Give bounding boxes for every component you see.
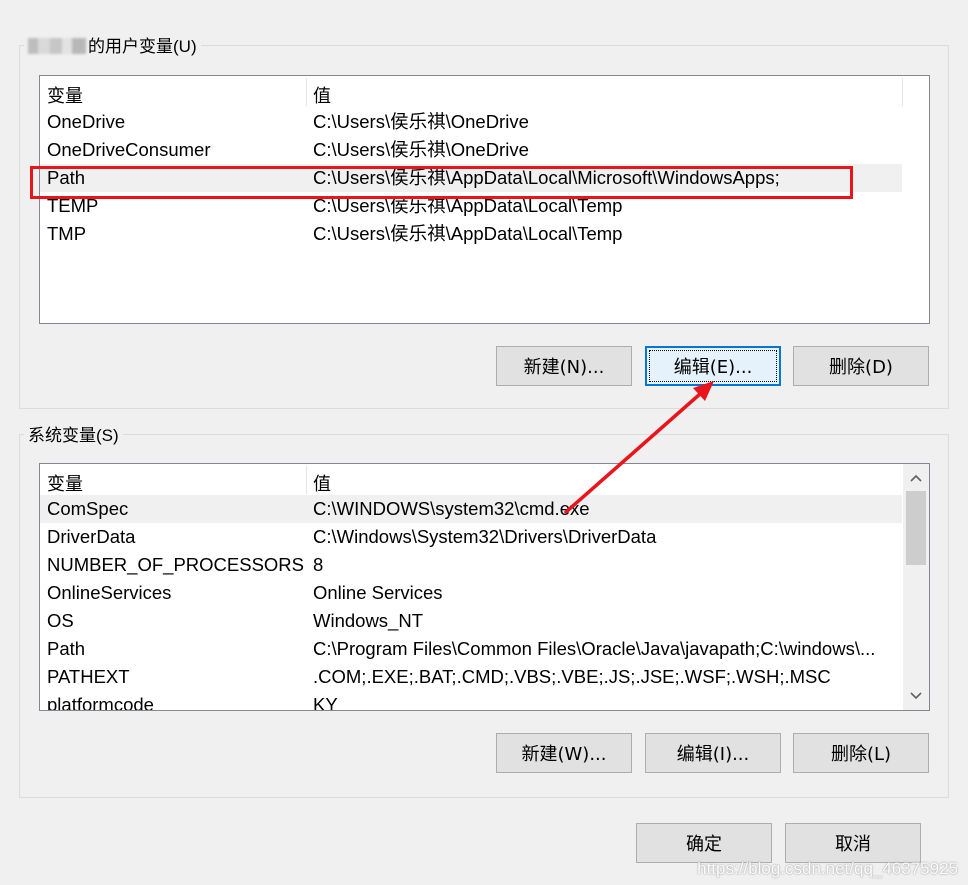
list-item[interactable]: OneDrive C:\Users\侯乐祺\OneDrive xyxy=(40,108,902,136)
list-item[interactable]: TEMP C:\Users\侯乐祺\AppData\Local\Temp xyxy=(40,192,902,220)
scroll-down-arrow-icon[interactable] xyxy=(903,684,929,708)
system-variables-title: 系统变量(S) xyxy=(24,426,123,446)
list-item[interactable]: OS Windows_NT xyxy=(40,607,902,635)
user-variables-title: 的用户变量(U) xyxy=(24,37,201,57)
system-delete-button[interactable]: 删除(L) xyxy=(793,733,929,773)
list-item[interactable]: Path C:\Program Files\Common Files\Oracl… xyxy=(40,635,902,663)
user-edit-button[interactable]: 编辑(E)... xyxy=(645,346,781,386)
user-new-button[interactable]: 新建(N)... xyxy=(496,346,632,386)
list-item[interactable]: OnlineServices Online Services xyxy=(40,579,902,607)
column-divider[interactable] xyxy=(306,466,307,494)
system-list-header: 变量 值 xyxy=(40,464,929,494)
system-new-button[interactable]: 新建(W)... xyxy=(496,733,632,773)
list-item[interactable]: platformcode KY xyxy=(40,691,902,710)
ok-button[interactable]: 确定 xyxy=(636,823,772,863)
column-header-variable[interactable]: 变量 xyxy=(47,470,83,496)
list-item[interactable]: OneDriveConsumer C:\Users\侯乐祺\OneDrive xyxy=(40,136,902,164)
vertical-scrollbar[interactable] xyxy=(903,464,929,710)
list-item[interactable]: PATHEXT .COM;.EXE;.BAT;.CMD;.VBS;.VBE;.J… xyxy=(40,663,902,691)
user-variables-list[interactable]: 变量 值 OneDrive C:\Users\侯乐祺\OneDrive OneD… xyxy=(39,75,930,324)
list-item[interactable]: TMP C:\Users\侯乐祺\AppData\Local\Temp xyxy=(40,220,902,248)
list-item[interactable]: NUMBER_OF_PROCESSORS 8 xyxy=(40,551,902,579)
focus-rectangle xyxy=(649,350,777,382)
scroll-up-arrow-icon[interactable] xyxy=(903,466,929,490)
column-header-value[interactable]: 值 xyxy=(313,82,331,108)
list-item-selected[interactable]: ComSpec C:\WINDOWS\system32\cmd.exe xyxy=(40,495,902,523)
column-header-variable[interactable]: 变量 xyxy=(47,82,83,108)
list-item-selected[interactable]: Path C:\Users\侯乐祺\AppData\Local\Microsof… xyxy=(40,164,902,192)
user-list-header: 变量 值 xyxy=(40,76,929,106)
system-edit-button[interactable]: 编辑(I)... xyxy=(645,733,781,773)
cancel-button[interactable]: 取消 xyxy=(785,823,921,863)
user-delete-button[interactable]: 删除(D) xyxy=(793,346,929,386)
column-divider[interactable] xyxy=(902,78,903,106)
column-divider[interactable] xyxy=(306,78,307,106)
scrollbar-thumb[interactable] xyxy=(906,491,926,565)
redacted-username xyxy=(28,38,86,54)
list-item[interactable]: DriverData C:\Windows\System32\Drivers\D… xyxy=(40,523,902,551)
column-header-value[interactable]: 值 xyxy=(313,470,331,496)
system-variables-list[interactable]: 变量 值 ComSpec C:\WINDOWS\system32\cmd.exe… xyxy=(39,463,930,711)
watermark-text: https://blog.csdn.net/qq_46375925 xyxy=(697,859,958,878)
